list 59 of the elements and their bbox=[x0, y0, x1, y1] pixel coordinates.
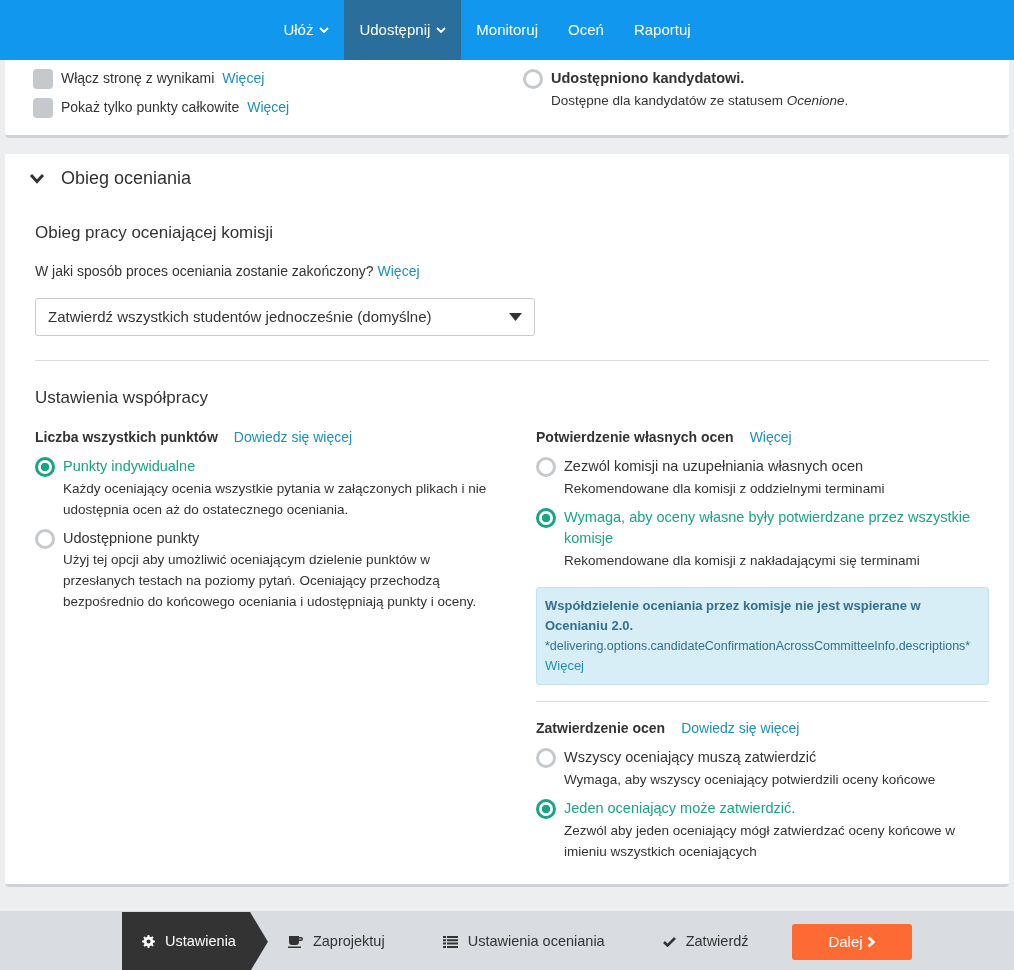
option-description: Rekomendowane dla komisji z oddzielnymi terminami bbox=[564, 479, 885, 498]
more-link[interactable]: Więcej bbox=[247, 97, 290, 118]
gear-icon bbox=[142, 935, 155, 949]
group-title: Potwierdzenie własnych ocen bbox=[536, 427, 734, 447]
option-description: Zezwól aby jeden oceniający mógł zatwierdzać oceny końcowe w imieniu wszystkich oceniających bbox=[564, 821, 956, 861]
chevron-down-icon[interactable] bbox=[29, 173, 45, 185]
nav-tab[interactable]: Udostępnij bbox=[344, 0, 462, 60]
more-link[interactable]: Więcej bbox=[377, 261, 420, 283]
option-label: Punkty indywidualne bbox=[63, 456, 197, 476]
completion-dropdown[interactable]: Zatwierdź wszystkich studentów jednocześnie (domyślne) bbox=[35, 298, 535, 337]
checkbox-label: Pokaż tylko punkty całkowite bbox=[61, 98, 240, 117]
option-label: Zezwól komisji na uzupełniania własnych ocen bbox=[564, 456, 864, 476]
learn-more-link[interactable]: Dowiedz się więcej bbox=[233, 426, 353, 448]
option-label: Wszyscy oceniający muszą zatwierdzić bbox=[564, 748, 818, 767]
option-description: Każdy oceniający ocenia wszystkie pytania w załączonych plikach i nie udostępnia ocen aż do ostatecznego oceniania. bbox=[63, 479, 488, 519]
more-link[interactable]: Więcej bbox=[222, 68, 265, 89]
wizard-step[interactable]: Ustawienia oceniania bbox=[422, 911, 625, 970]
learn-more-link[interactable]: Dowiedz się więcej bbox=[681, 718, 800, 739]
group-title: Liczba wszystkich punktów bbox=[35, 427, 218, 447]
radio-button[interactable] bbox=[536, 798, 556, 819]
section-title: Obieg oceniania bbox=[61, 167, 192, 191]
radio-button[interactable] bbox=[536, 748, 556, 768]
chevron-right-icon bbox=[866, 935, 876, 948]
subsection-heading: Obieg pracy oceniającej komisji bbox=[35, 221, 275, 244]
learn-more-link[interactable]: Więcej bbox=[749, 426, 792, 448]
subsection-heading: Ustawienia współpracy bbox=[35, 387, 209, 410]
check-icon bbox=[662, 936, 676, 947]
question-text: W jaki sposób proces oceniania zostanie zakończony? bbox=[35, 262, 374, 282]
option-description: Wymaga, aby wszyscy oceniający potwierdzili oceny końcowe bbox=[564, 770, 936, 789]
alert-text: *delivering.options.candidateConfirmationAcrossCommitteeInfo.descriptions* bbox=[545, 638, 972, 655]
next-button[interactable]: Dalej bbox=[792, 923, 912, 960]
option-description: Użyj tej opcji aby umożliwić oceniającym dzielenie punktów w przesłanych testach na poziomy pytań. Oceniający przechodzą bezpośrednio do końcowego oceniania i udostępniają punkty i oceny. bbox=[63, 551, 478, 612]
checkbox-label: Włącz stronę z wynikami bbox=[61, 69, 215, 88]
option-label: Udostępnione punkty bbox=[63, 528, 201, 548]
wizard-step[interactable]: Ustawienia bbox=[122, 911, 268, 970]
checkbox[interactable] bbox=[33, 97, 53, 118]
radio-button[interactable] bbox=[536, 507, 556, 528]
option-label: Jeden oceniający może zatwierdzić. bbox=[564, 798, 797, 818]
wizard-step[interactable]: Zatwierdź bbox=[642, 911, 769, 970]
checkbox[interactable] bbox=[33, 68, 53, 89]
option-label: Wymaga, aby oceny własne były potwierdzane przez wszystkie komisje bbox=[564, 507, 972, 549]
option-description: Rekomendowane dla komisji z nakładającymi się terminami bbox=[564, 552, 921, 570]
alert-title: Współdzielenie oceniania przez komisje nie jest wspierane w Ocenianiu 2.0. bbox=[545, 597, 922, 635]
radio-button[interactable] bbox=[536, 456, 556, 477]
wizard-step[interactable]: Zaprojektuj bbox=[267, 911, 405, 970]
nav-tab[interactable]: Monitoruj bbox=[461, 0, 553, 60]
cup-icon bbox=[287, 935, 303, 948]
radio-button[interactable] bbox=[523, 69, 543, 89]
radio-button[interactable] bbox=[35, 456, 55, 477]
nav-tab[interactable]: Oceń bbox=[553, 0, 619, 60]
nav-tab[interactable]: Ułóż bbox=[268, 0, 345, 60]
radio-button[interactable] bbox=[35, 528, 55, 549]
more-link[interactable]: Więcej bbox=[545, 656, 584, 676]
list-icon bbox=[442, 935, 458, 948]
group-title: Zatwierdzenie ocen bbox=[536, 719, 666, 738]
option-description: Dostępne dla kandydatów ze statusem Ocenione. bbox=[551, 91, 849, 110]
option-label: Udostępniono kandydatowi. bbox=[551, 69, 746, 88]
nav-tab[interactable]: Raportuj bbox=[618, 0, 706, 60]
dropdown-arrow-icon bbox=[509, 313, 522, 322]
